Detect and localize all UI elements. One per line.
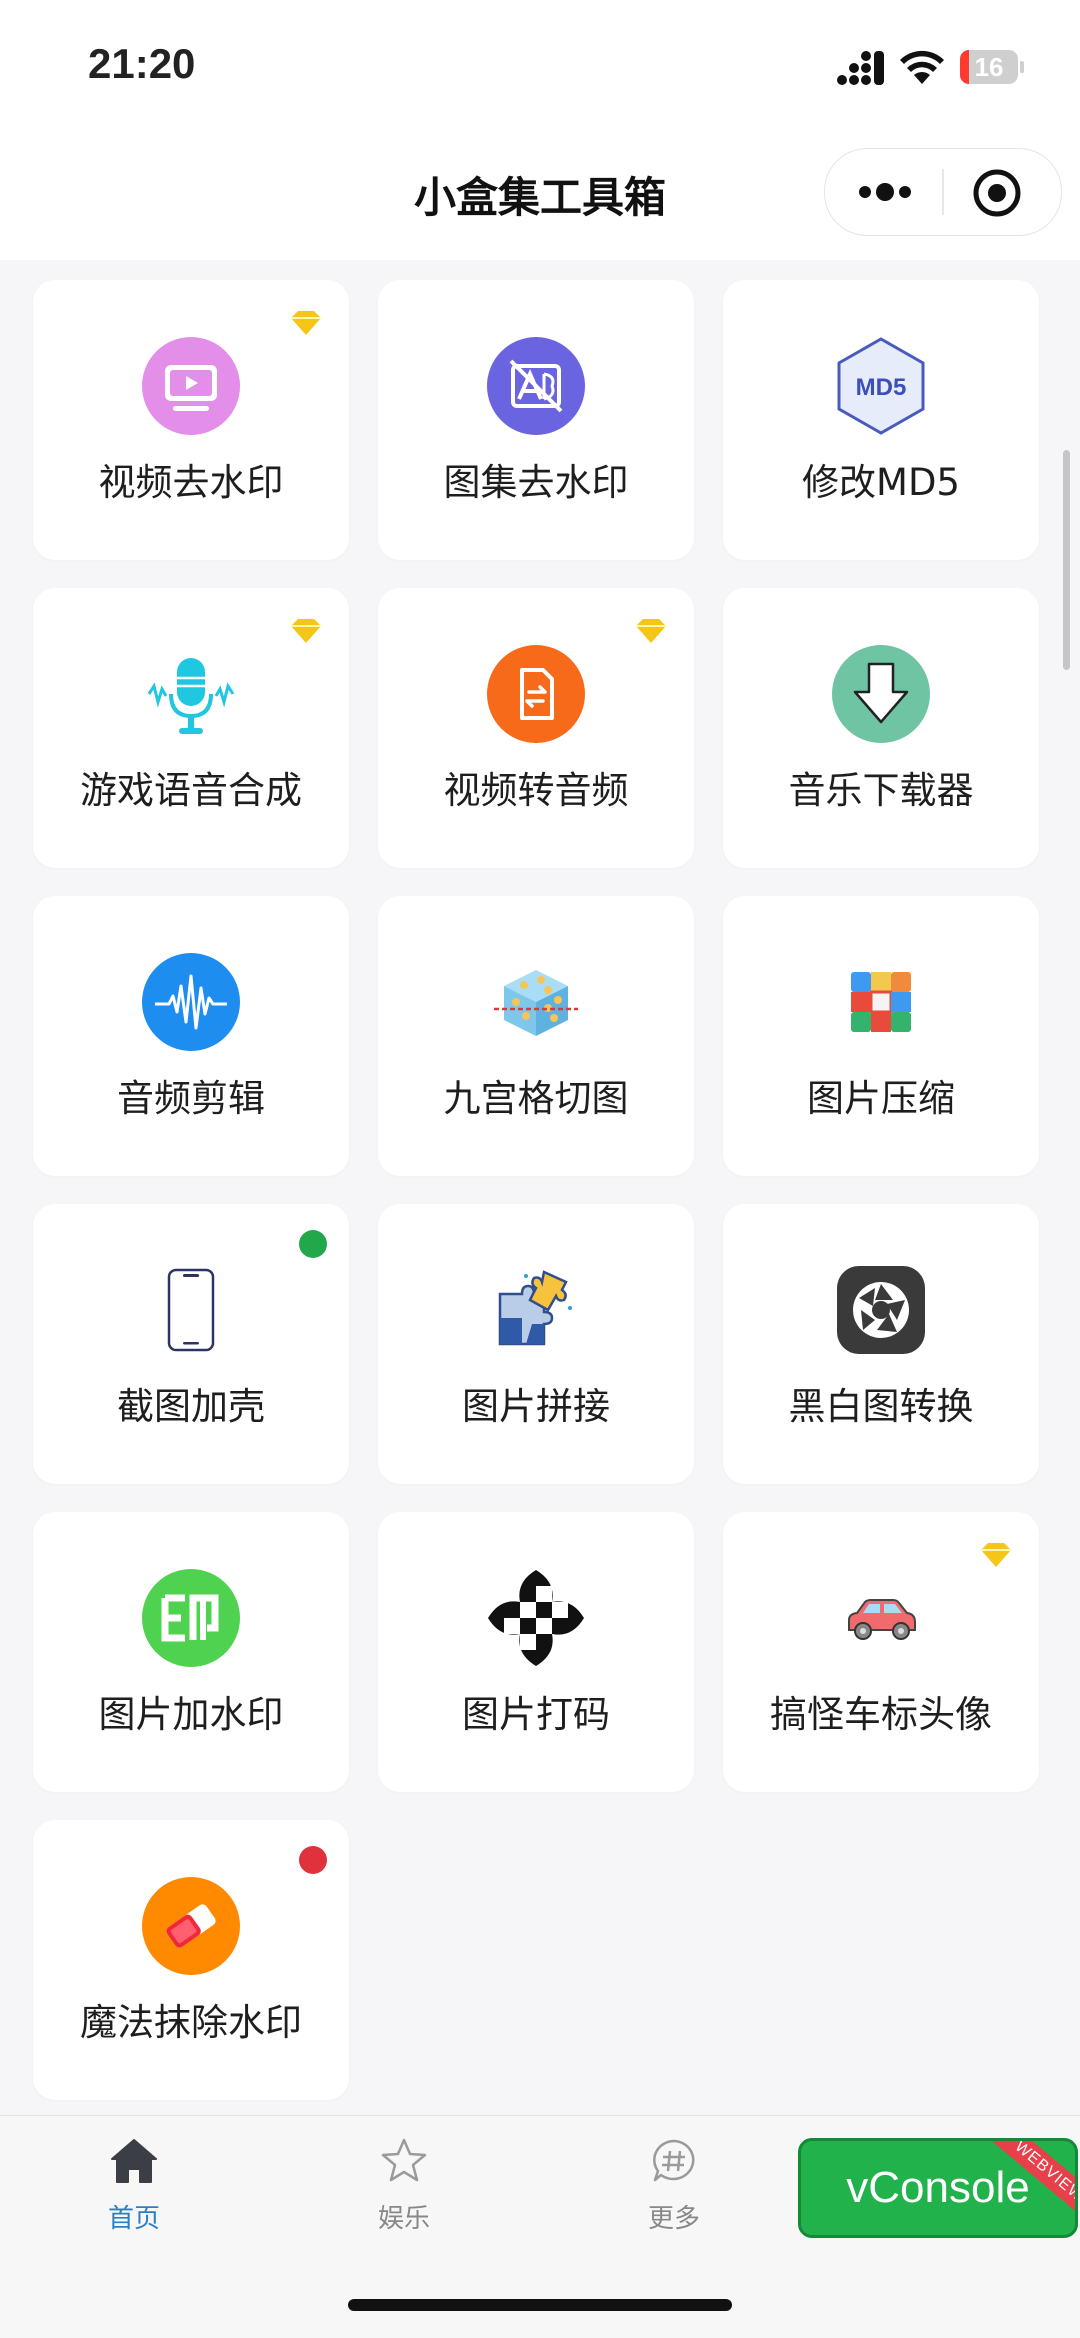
eraser-icon bbox=[142, 1877, 240, 1975]
star-icon bbox=[381, 2138, 427, 2182]
battery-indicator: 16 bbox=[960, 50, 1024, 84]
status-bar: 21:20 16 bbox=[0, 0, 1080, 130]
tool-label: 图片打码 bbox=[462, 1693, 610, 1736]
tool-card-md5[interactable]: MD5 修改MD5 bbox=[723, 280, 1039, 560]
tool-card-image-stitch[interactable]: 图片拼接 bbox=[378, 1204, 694, 1484]
home-indicator[interactable] bbox=[348, 2299, 732, 2311]
tool-card-magic-erase[interactable]: 魔法抹除水印 bbox=[33, 1820, 349, 2100]
car-icon bbox=[848, 1599, 916, 1640]
tool-card-mosaic[interactable]: 图片打码 bbox=[378, 1512, 694, 1792]
tool-label: 九宫格切图 bbox=[443, 1077, 629, 1120]
tool-label: 视频去水印 bbox=[98, 461, 284, 504]
tool-card-image-compress[interactable]: 图片压缩 bbox=[723, 896, 1039, 1176]
md5-icon-text: MD5 bbox=[856, 374, 907, 401]
tool-card-video-watermark[interactable]: 视频去水印 bbox=[33, 280, 349, 560]
miniprogram-capsule bbox=[824, 148, 1062, 236]
photo-no-watermark-icon bbox=[487, 337, 585, 435]
tool-card-audio-edit[interactable]: 音频剪辑 bbox=[33, 896, 349, 1176]
vip-diamond-icon bbox=[291, 619, 321, 643]
status-time: 21:20 bbox=[88, 40, 196, 87]
tab-more[interactable]: 更多 bbox=[604, 2136, 744, 2246]
hashtag-chat-icon bbox=[653, 2139, 695, 2182]
aperture-icon bbox=[837, 1266, 925, 1354]
tool-card-music-download[interactable]: 音乐下载器 bbox=[723, 588, 1039, 868]
md5-hexagon-icon: MD5 bbox=[837, 337, 925, 435]
status-dot-green bbox=[299, 1230, 327, 1258]
tool-label: 黑白图转换 bbox=[788, 1385, 974, 1428]
tab-home[interactable]: 首页 bbox=[64, 2136, 204, 2246]
tool-card-game-voice[interactable]: 游戏语音合成 bbox=[33, 588, 349, 868]
tool-card-screenshot-frame[interactable]: 截图加壳 bbox=[33, 1204, 349, 1484]
tab-entertainment[interactable]: 娱乐 bbox=[334, 2136, 474, 2246]
more-dots-icon[interactable] bbox=[853, 167, 917, 217]
tool-label: 游戏语音合成 bbox=[80, 769, 302, 812]
tool-label: 搞怪车标头像 bbox=[770, 1693, 992, 1736]
puzzle-icon bbox=[498, 1270, 572, 1346]
tool-label: 图片压缩 bbox=[807, 1077, 955, 1120]
vip-diamond-icon bbox=[291, 311, 321, 335]
phone-frame-icon bbox=[167, 1268, 215, 1352]
download-arrow-icon bbox=[832, 645, 930, 743]
tool-card-nine-grid[interactable]: 九宫格切图 bbox=[378, 896, 694, 1176]
tv-icon bbox=[142, 337, 240, 435]
tool-label: 截图加壳 bbox=[117, 1385, 265, 1428]
tool-label: 魔法抹除水印 bbox=[80, 2001, 302, 2044]
tool-card-video-to-audio[interactable]: 视频转音频 bbox=[378, 588, 694, 868]
vconsole-button[interactable]: vConsole WEBVIEW bbox=[798, 2138, 1078, 2238]
tool-label: 修改MD5 bbox=[802, 461, 960, 504]
home-icon bbox=[111, 2139, 157, 2183]
tab-label: 娱乐 bbox=[377, 2204, 430, 2234]
wifi-icon bbox=[900, 50, 944, 84]
vip-diamond-icon bbox=[636, 619, 666, 643]
battery-percent: 16 bbox=[974, 52, 1004, 82]
vip-diamond-icon bbox=[981, 1543, 1011, 1567]
tool-label: 图片加水印 bbox=[98, 1693, 284, 1736]
tool-card-car-avatar[interactable]: 搞怪车标头像 bbox=[723, 1512, 1039, 1792]
tool-label: 音乐下载器 bbox=[788, 769, 974, 812]
file-convert-icon bbox=[487, 645, 585, 743]
mosaic-icon bbox=[488, 1570, 584, 1666]
tool-label: 图片拼接 bbox=[462, 1385, 610, 1428]
capsule-divider bbox=[942, 169, 944, 215]
tool-label: 音频剪辑 bbox=[117, 1077, 265, 1120]
stamp-icon bbox=[142, 1569, 240, 1667]
grid-cut-cube-icon bbox=[494, 970, 578, 1036]
tool-card-black-white[interactable]: 黑白图转换 bbox=[723, 1204, 1039, 1484]
tab-label: 首页 bbox=[107, 2204, 160, 2234]
scrollbar[interactable] bbox=[1063, 450, 1070, 670]
nav-bar: 小盒集工具箱 bbox=[0, 130, 1080, 260]
tab-label: 更多 bbox=[647, 2204, 700, 2234]
tool-label: 视频转音频 bbox=[443, 769, 629, 812]
tool-label: 图集去水印 bbox=[443, 461, 629, 504]
cellular-signal-icon bbox=[837, 51, 884, 85]
tool-card-add-watermark[interactable]: 图片加水印 bbox=[33, 1512, 349, 1792]
status-dot-red bbox=[299, 1846, 327, 1874]
tool-card-gallery-watermark[interactable]: 图集去水印 bbox=[378, 280, 694, 560]
tools-content: 视频去水印 图集去水印 MD5 修改MD5 游戏语音合成 视频转音频 音乐下载器… bbox=[0, 260, 1080, 2115]
close-target-icon[interactable] bbox=[971, 167, 1023, 219]
microphone-icon bbox=[147, 658, 235, 734]
colored-grid-icon bbox=[851, 972, 911, 1032]
audio-wave-icon bbox=[142, 953, 240, 1051]
